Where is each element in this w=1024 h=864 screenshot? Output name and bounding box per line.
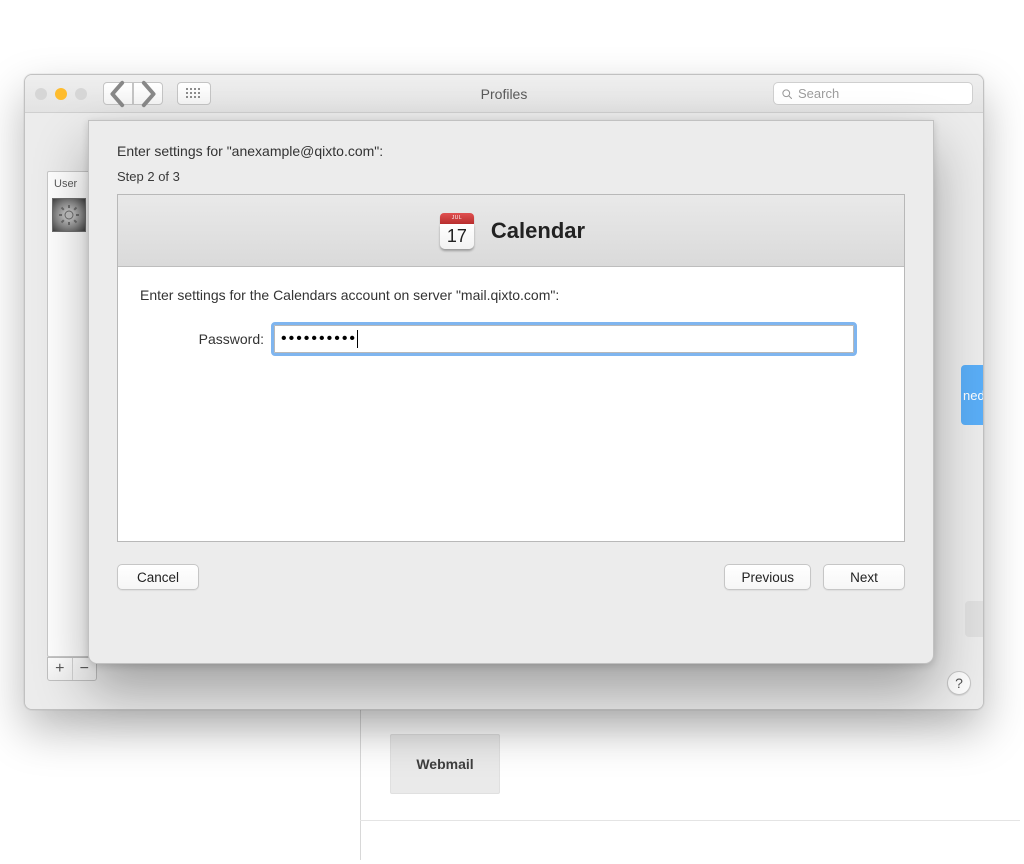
window-traffic-lights[interactable]	[35, 88, 87, 100]
calendar-icon-day: 17	[440, 224, 474, 249]
settings-sheet: Enter settings for "anexample@qixto.com"…	[88, 120, 934, 664]
password-value-masked: ••••••••••	[281, 330, 357, 348]
calendar-icon-month: JUL	[440, 213, 474, 224]
text-caret	[357, 330, 358, 348]
help-button[interactable]	[950, 650, 972, 672]
background-divider	[360, 820, 1020, 821]
sheet-button-row: Cancel Previous Next	[117, 564, 905, 590]
panel-titlebar: JUL 17 Calendar	[118, 195, 904, 267]
search-icon	[781, 88, 793, 100]
password-row: Password: ••••••••••	[140, 325, 882, 353]
search-input[interactable]: Search	[773, 82, 973, 105]
grid-icon	[186, 88, 202, 100]
chevron-left-icon	[104, 80, 132, 108]
nav-back-forward	[103, 82, 163, 105]
close-window-icon[interactable]	[35, 88, 47, 100]
panel-instruction: Enter settings for the Calendars account…	[140, 287, 882, 303]
obscured-button	[965, 601, 984, 637]
webmail-button[interactable]: Webmail	[390, 734, 500, 794]
zoom-window-icon[interactable]	[75, 88, 87, 100]
webmail-label: Webmail	[416, 756, 473, 772]
titlebar: Profiles Search	[25, 75, 983, 113]
password-label: Password:	[140, 331, 274, 347]
panel-body: Enter settings for the Calendars account…	[118, 267, 904, 541]
cancel-button[interactable]: Cancel	[117, 564, 199, 590]
search-placeholder: Search	[798, 86, 839, 101]
show-all-prefs-button[interactable]	[177, 82, 211, 105]
minimize-window-icon[interactable]	[55, 88, 67, 100]
back-button[interactable]	[103, 82, 133, 105]
panel-title: Calendar	[491, 218, 585, 244]
forward-button[interactable]	[133, 82, 163, 105]
button-spacer	[211, 564, 712, 590]
password-input[interactable]: ••••••••••	[274, 325, 854, 353]
add-profile-button[interactable]: +	[48, 658, 73, 680]
calendar-panel: JUL 17 Calendar Enter settings for the C…	[117, 194, 905, 542]
profile-gear-icon	[52, 198, 86, 232]
sheet-header: Enter settings for "anexample@qixto.com"…	[117, 143, 905, 159]
chevron-right-icon	[134, 80, 162, 108]
sheet-step: Step 2 of 3	[117, 169, 905, 184]
previous-button[interactable]: Previous	[724, 564, 811, 590]
calendar-icon: JUL 17	[437, 211, 477, 251]
next-button[interactable]: Next	[823, 564, 905, 590]
obscured-selected-badge: ned	[961, 365, 984, 425]
